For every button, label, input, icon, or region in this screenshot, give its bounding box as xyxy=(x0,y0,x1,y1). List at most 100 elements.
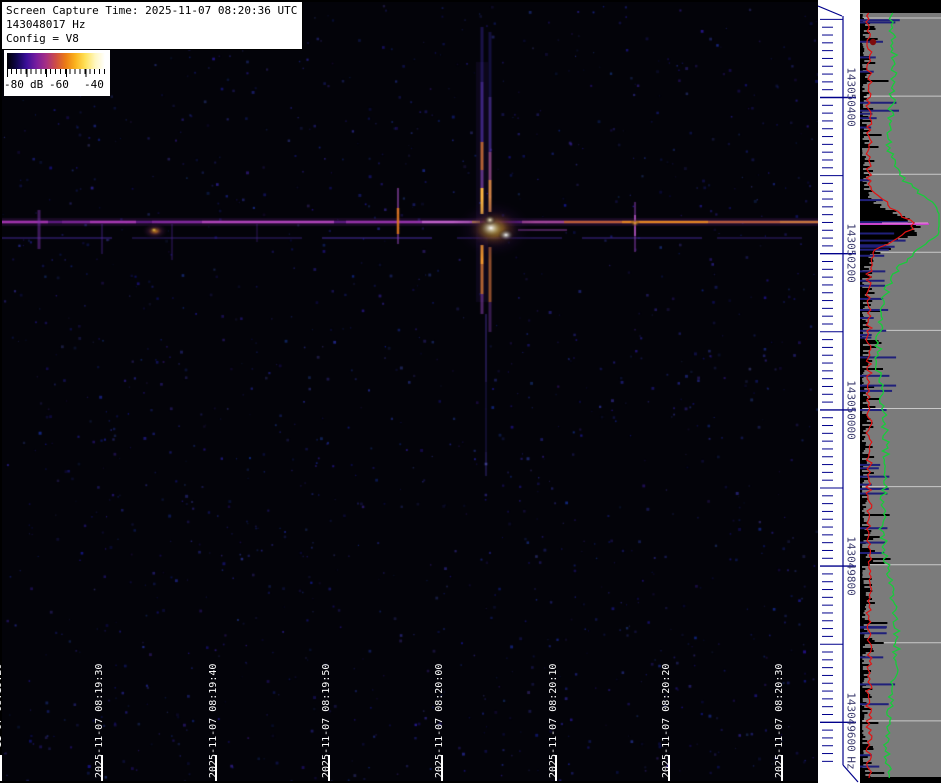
spectrum-bar xyxy=(860,266,865,268)
spectrum-hold-bar xyxy=(860,199,883,202)
spectrum-bar xyxy=(860,288,872,290)
spectrum-bar xyxy=(860,614,866,616)
spectrum-bar xyxy=(860,592,866,594)
spectrum-panel xyxy=(860,12,941,779)
spectrum-bar xyxy=(860,456,875,458)
spectrum-bar xyxy=(860,140,870,142)
spectrum-bar xyxy=(860,530,872,532)
spectrum-bar xyxy=(860,160,875,162)
spectrum-bar xyxy=(860,80,889,82)
spectrum-hold-bar xyxy=(860,270,886,273)
spectrum-bar xyxy=(860,508,864,510)
spectrum-bar xyxy=(860,392,866,394)
spectrum-bar xyxy=(860,412,863,414)
spectrum-bar xyxy=(860,710,863,712)
spectrum-bar xyxy=(860,462,867,464)
spectrum-bar xyxy=(860,712,868,714)
spectrum-bar xyxy=(860,502,866,504)
spectrum-bar xyxy=(860,346,877,348)
spectrum-bar xyxy=(860,362,869,364)
spectrum-bar xyxy=(860,606,866,608)
spectrum-bar xyxy=(860,510,863,512)
spectrum-bar xyxy=(860,434,863,436)
spectrum-bar xyxy=(860,644,865,646)
spectrum-bar xyxy=(860,92,869,94)
spectrum-bar xyxy=(860,428,866,430)
spectrum-bar xyxy=(860,732,863,734)
spectrum-bar xyxy=(860,520,864,522)
spectrum-bar xyxy=(860,400,867,402)
time-axis-label: 2025-11-07 08:19:30 xyxy=(94,663,105,778)
spectrum-bar xyxy=(860,96,864,98)
spectrum-bar xyxy=(860,108,874,110)
peak-marker-dot xyxy=(869,38,877,46)
spectrum-bar xyxy=(860,496,863,498)
spectrum-hold-bar xyxy=(860,117,877,120)
colorbar-gradient xyxy=(7,53,105,69)
colorbar-unit-db: dB xyxy=(30,78,44,91)
freq-axis-unit: Hz xyxy=(844,756,858,770)
spectrum-bar xyxy=(860,588,871,590)
capture-info-box: Screen Capture Time: 2025-11-07 08:20:36… xyxy=(2,2,304,50)
spectrum-bar xyxy=(860,138,863,140)
spectrum-bar xyxy=(860,692,868,694)
spectrum-bar xyxy=(860,66,863,68)
spectrum-bar xyxy=(860,440,863,442)
spectrum-bar xyxy=(860,560,874,562)
spectrum-hold-bar xyxy=(860,316,874,319)
spectrum-bar xyxy=(860,202,874,204)
spectrum-bar xyxy=(860,142,865,144)
spectrum-bar xyxy=(860,734,864,736)
spectrum-bar xyxy=(860,156,866,158)
spectrum-hold-bar xyxy=(860,467,879,470)
spectrum-bar xyxy=(860,168,863,170)
spectrum-bar xyxy=(860,324,863,326)
spectrum-bar xyxy=(860,320,866,322)
spectrum-bar xyxy=(860,44,863,46)
spectrum-bar xyxy=(860,218,910,220)
spectrum-hold-bar xyxy=(860,254,885,257)
spectrum-bar xyxy=(860,48,865,50)
spectrum-bar xyxy=(860,78,868,80)
spectrum-bar xyxy=(860,150,863,152)
spectrum-bar xyxy=(860,106,864,108)
spectrum-bar xyxy=(860,472,874,474)
spectrum-bar xyxy=(860,602,875,604)
spectrum-bar xyxy=(860,182,867,184)
spectrum-hold-bar xyxy=(860,56,876,59)
spectrum-bar xyxy=(860,700,863,702)
spectrum-bar xyxy=(860,16,863,18)
spectrum-bar xyxy=(860,634,865,636)
spectrum-bar xyxy=(860,154,863,156)
spectrum-bar xyxy=(860,416,868,418)
spectrum-bar xyxy=(860,82,867,84)
spectrum-bar xyxy=(860,162,865,164)
spectrum-bar xyxy=(860,368,884,370)
spectrum-bar xyxy=(860,672,869,674)
spectrum-bar xyxy=(860,582,864,584)
spectrum-bar xyxy=(860,120,872,122)
spectrum-hold-bar xyxy=(860,70,874,73)
spectrum-bar xyxy=(860,90,863,92)
spectrum-bar xyxy=(860,548,870,550)
spectrum-bar xyxy=(860,604,867,606)
spectrum-bar xyxy=(860,574,863,576)
spectrum-bar xyxy=(860,544,863,546)
spectrum-bar xyxy=(860,210,897,212)
spectrum-bar xyxy=(860,720,863,722)
spectrum-bar xyxy=(860,770,865,772)
spectrum-bar xyxy=(860,452,863,454)
spectrum-bar xyxy=(860,54,864,56)
spectrum-bar xyxy=(860,760,864,762)
spectrum-bar xyxy=(860,164,864,166)
spectrum-hold-bar xyxy=(860,541,886,544)
spectrum-bar xyxy=(860,26,875,28)
spectrum-bar xyxy=(860,680,864,682)
spectrum-bar xyxy=(860,550,875,552)
spectrum-bar xyxy=(860,132,864,134)
spectrum-bar xyxy=(860,404,868,406)
spectrum-bar xyxy=(860,524,863,526)
spectrum-hold-bar xyxy=(860,21,896,24)
spectrum-bar xyxy=(860,736,866,738)
spectrum-bar xyxy=(860,668,863,670)
